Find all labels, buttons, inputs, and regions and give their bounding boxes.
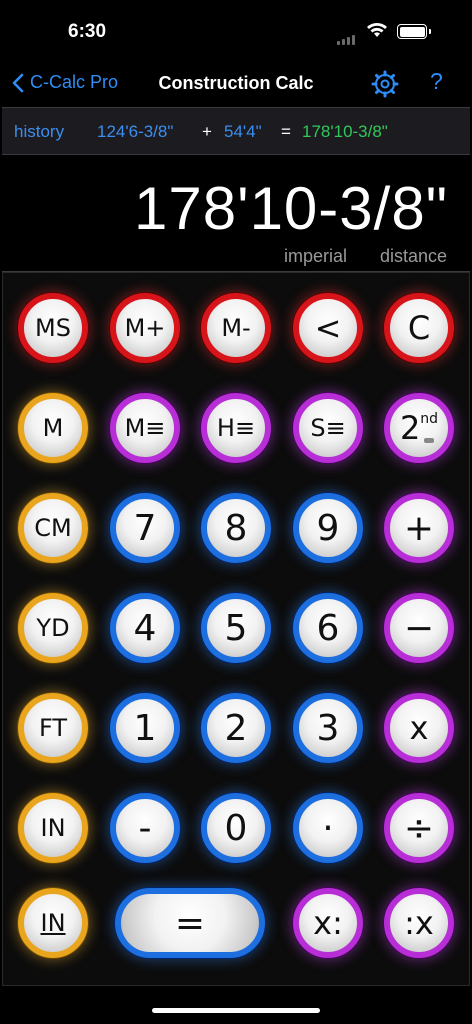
key-label: −: [403, 607, 435, 649]
key-label: M≡: [124, 414, 166, 442]
history-operand-1: 124'6-3/8": [97, 122, 174, 141]
gear-icon: [371, 70, 399, 98]
history-bar[interactable]: history 124'6-3/8" + 54'4" = 178'10-3/8": [2, 107, 470, 155]
digit-1-key[interactable]: 1: [110, 693, 180, 763]
equals-key[interactable]: =: [115, 888, 265, 958]
key-label: IN: [40, 814, 66, 842]
key-label: =: [174, 902, 206, 944]
page-title-text: Construction Calc: [158, 73, 314, 93]
second-function-key[interactable]: 2nd: [384, 393, 454, 463]
colon-x-key[interactable]: :x: [384, 888, 454, 958]
history-list-key[interactable]: H≡: [201, 393, 271, 463]
key-label: M-: [221, 314, 251, 342]
home-indicator[interactable]: [152, 1008, 320, 1013]
key-label: C: [407, 309, 431, 347]
keypad: MS M+ M- < C M M≡ H≡ S≡ 2nd CM 7 8 9 + Y…: [2, 272, 470, 986]
key-label: S≡: [310, 414, 346, 442]
digit-9-key[interactable]: 9: [293, 493, 363, 563]
key-label: M+: [124, 314, 166, 342]
settings-button[interactable]: [371, 70, 399, 103]
cellular-signal-icon: [337, 27, 357, 45]
backspace-key[interactable]: <: [293, 293, 363, 363]
status-time: 6:30: [68, 21, 107, 42]
digit-7-key[interactable]: 7: [110, 493, 180, 563]
history-label[interactable]: history: [14, 122, 64, 142]
memory-recall-key[interactable]: M: [18, 393, 88, 463]
clear-key[interactable]: C: [384, 293, 454, 363]
decimal-point-key[interactable]: ·: [293, 793, 363, 863]
multiply-key[interactable]: x: [384, 693, 454, 763]
centimeter-key[interactable]: CM: [18, 493, 88, 563]
key-label: +: [403, 507, 435, 549]
key-label: 4: [133, 607, 157, 649]
key-label: ÷: [403, 807, 435, 849]
key-label: -: [138, 807, 152, 849]
history-operator: +: [202, 122, 212, 141]
key-label: 8: [224, 507, 248, 549]
key-label: CM: [34, 514, 72, 542]
key-label: 0: [224, 807, 248, 849]
key-label: 7: [133, 507, 157, 549]
history-result: 178'10-3/8": [302, 122, 388, 141]
calculator-display: 178'10-3/8" imperial distance: [2, 156, 470, 272]
digit-2-key[interactable]: 2: [201, 693, 271, 763]
battery-icon: [397, 24, 431, 39]
digit-8-key[interactable]: 8: [201, 493, 271, 563]
key-label: YD: [36, 614, 70, 642]
memory-list-key[interactable]: M≡: [110, 393, 180, 463]
key-label: M: [42, 414, 64, 442]
minus-key[interactable]: −: [384, 593, 454, 663]
key-label: ·: [322, 807, 334, 849]
digit-0-key[interactable]: 0: [201, 793, 271, 863]
key-label: x:: [313, 904, 343, 942]
wifi-icon: [366, 22, 388, 43]
fraction-inch-key[interactable]: IN: [18, 888, 88, 958]
digit-6-key[interactable]: 6: [293, 593, 363, 663]
mode-label: distance: [380, 246, 448, 266]
history-operand-2: 54'4": [224, 122, 262, 141]
divide-key[interactable]: ÷: [384, 793, 454, 863]
x-colon-key[interactable]: x:: [293, 888, 363, 958]
navigation-bar: C-Calc Pro Construction Calc ?: [0, 62, 472, 106]
key-superscript: nd: [420, 411, 439, 427]
digit-4-key[interactable]: 4: [110, 593, 180, 663]
plus-key[interactable]: +: [384, 493, 454, 563]
history-equals: =: [281, 122, 291, 141]
memory-store-key[interactable]: MS: [18, 293, 88, 363]
status-bar: 6:30: [0, 0, 472, 62]
unit-system-label: imperial: [284, 246, 348, 266]
key-label: 5: [224, 607, 248, 649]
back-button[interactable]: C-Calc Pro: [12, 72, 118, 93]
dash-key[interactable]: -: [110, 793, 180, 863]
foot-key[interactable]: FT: [18, 693, 88, 763]
key-label: 3: [316, 707, 340, 749]
key-label: MS: [35, 314, 71, 342]
memory-add-key[interactable]: M+: [110, 293, 180, 363]
key-label: <: [314, 309, 342, 347]
key-label: H≡: [216, 414, 256, 442]
back-button-label: C-Calc Pro: [30, 72, 119, 92]
key-label: 6: [316, 607, 340, 649]
key-label: 2: [224, 707, 248, 749]
inch-key[interactable]: IN: [18, 793, 88, 863]
indicator-icon: [424, 438, 434, 443]
stored-list-key[interactable]: S≡: [293, 393, 363, 463]
memory-subtract-key[interactable]: M-: [201, 293, 271, 363]
display-value: 178'10-3/8": [134, 175, 448, 242]
key-label: IN: [40, 909, 66, 937]
digit-3-key[interactable]: 3: [293, 693, 363, 763]
key-label: 1: [133, 707, 157, 749]
digit-5-key[interactable]: 5: [201, 593, 271, 663]
key-label: 9: [316, 507, 340, 549]
help-button[interactable]: ?: [430, 68, 443, 95]
key-label: FT: [38, 714, 68, 742]
key-label: x: [409, 709, 429, 747]
yard-key[interactable]: YD: [18, 593, 88, 663]
key-label: :x: [404, 904, 434, 942]
chevron-left-icon: [12, 73, 24, 92]
key-label: 2: [399, 409, 421, 447]
